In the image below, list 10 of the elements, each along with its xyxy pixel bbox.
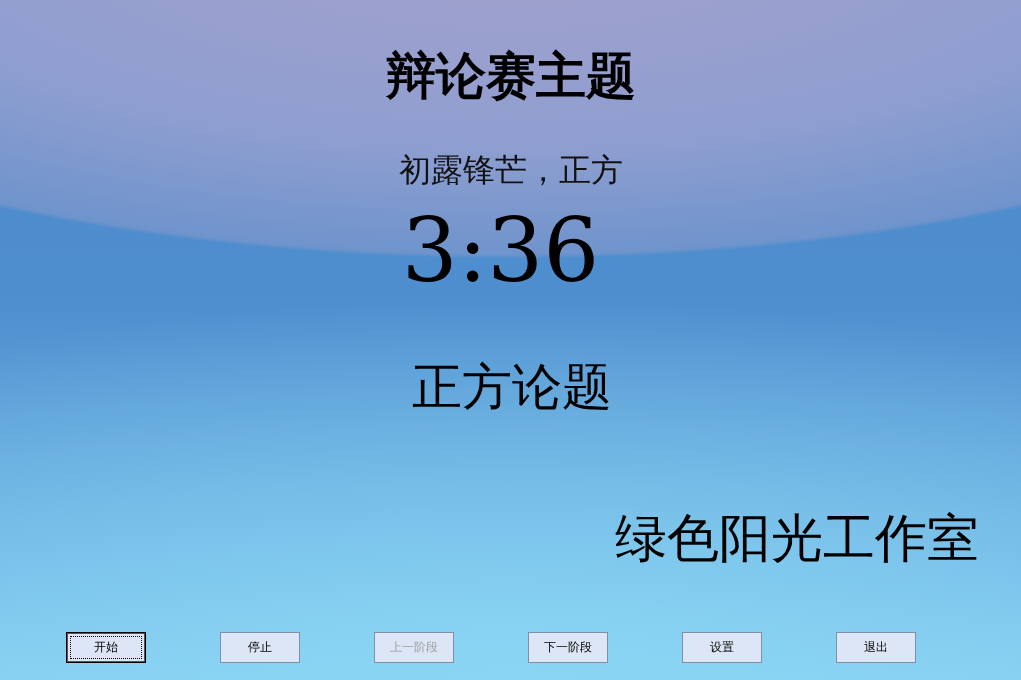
control-button[interactable]: 退出 [836,632,916,663]
control-button[interactable]: 下一阶段 [528,632,608,663]
control-button[interactable]: 停止 [220,632,300,663]
page-title: 辩论赛主题 [385,46,636,106]
countdown-timer: 3:36 [401,207,600,296]
control-button[interactable]: 设置 [682,632,762,663]
topic-text: 正方论题 [411,357,612,418]
studio-name: 绿色阳光工作室 [615,507,979,570]
stage-label: 初露锋芒，正方 [398,151,623,190]
control-button[interactable]: 开始 [66,632,146,663]
